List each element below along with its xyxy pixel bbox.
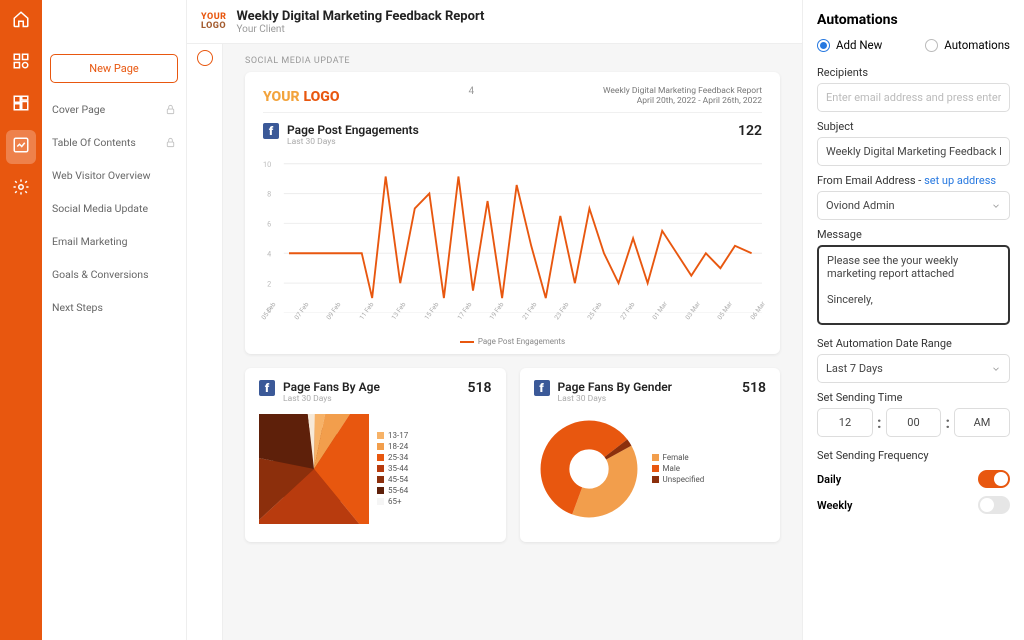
- from-select[interactable]: Oviond Admin: [817, 191, 1010, 220]
- widget-value: 518: [468, 380, 492, 396]
- main: YOURLOGO Weekly Digital Marketing Feedba…: [187, 0, 802, 640]
- time-label: Set Sending Time: [817, 391, 1010, 404]
- topbar: YOURLOGO Weekly Digital Marketing Feedba…: [187, 0, 802, 44]
- notification-icon[interactable]: [197, 50, 213, 66]
- page-sidebar: New Page Cover Page Table Of Contents We…: [42, 0, 187, 640]
- chevron-down-icon: [991, 364, 1001, 374]
- nav-cover-page[interactable]: Cover Page: [42, 93, 186, 126]
- line-chart: 1086420: [263, 153, 762, 313]
- panel-title: Automations: [817, 12, 1010, 28]
- grid-icon[interactable]: [12, 52, 30, 74]
- lock-icon: [165, 104, 176, 115]
- message-input[interactable]: [817, 245, 1010, 325]
- gender-widget: f Page Fans By GenderLast 30 Days 518 Fe…: [520, 368, 781, 542]
- chart-icon[interactable]: [6, 130, 36, 164]
- icon-rail: [0, 0, 42, 640]
- subject-input[interactable]: [817, 137, 1010, 166]
- widget-title: Page Fans By Gender: [558, 380, 672, 394]
- nav-web-visitor[interactable]: Web Visitor Overview: [42, 159, 186, 192]
- home-icon[interactable]: [12, 10, 30, 32]
- toggle-daily[interactable]: [978, 470, 1010, 488]
- widget-subtitle: Last 30 Days: [283, 394, 380, 404]
- chart-legend: Page Post Engagements: [263, 337, 762, 346]
- widget-subtitle: Last 30 Days: [558, 394, 672, 404]
- section-strip: [187, 44, 223, 640]
- from-label: From Email Address - set up address: [817, 174, 1010, 187]
- facebook-icon: f: [259, 380, 275, 396]
- recipients-label: Recipients: [817, 66, 1010, 79]
- svg-text:2: 2: [267, 279, 271, 288]
- gear-icon[interactable]: [12, 178, 30, 200]
- time-minute[interactable]: [886, 408, 942, 437]
- page-logo: YOUR LOGO: [263, 86, 340, 105]
- radio-add-new[interactable]: Add New: [817, 38, 882, 52]
- widget-title: Page Fans By Age: [283, 380, 380, 394]
- facebook-icon: f: [263, 123, 279, 139]
- nav-email-marketing[interactable]: Email Marketing: [42, 225, 186, 258]
- pie-legend: 13-1718-2425-3435-4445-5455-6465+: [377, 431, 408, 508]
- client-logo: YOURLOGO: [201, 13, 226, 31]
- radio-automations[interactable]: Automations: [925, 38, 1010, 52]
- widget-value: 518: [742, 380, 766, 396]
- subject-label: Subject: [817, 120, 1010, 133]
- nav-goals[interactable]: Goals & Conversions: [42, 258, 186, 291]
- widget-subtitle: Last 30 Days: [287, 137, 419, 147]
- client-name: Your Client: [236, 24, 484, 35]
- freq-daily-label: Daily: [817, 473, 841, 486]
- new-page-button[interactable]: New Page: [50, 54, 178, 83]
- toggle-weekly[interactable]: [978, 496, 1010, 514]
- engagement-widget: f Page Post Engagements Last 30 Days 122: [263, 123, 762, 346]
- lock-icon: [165, 137, 176, 148]
- range-label: Set Automation Date Range: [817, 337, 1010, 350]
- svg-text:10: 10: [263, 160, 271, 169]
- pie-legend: FemaleMaleUnspecified: [652, 453, 705, 486]
- nav-toc[interactable]: Table Of Contents: [42, 126, 186, 159]
- time-hour[interactable]: [817, 408, 873, 437]
- nav-next-steps[interactable]: Next Steps: [42, 291, 186, 324]
- widget-value: 122: [738, 123, 762, 139]
- age-widget: f Page Fans By AgeLast 30 Days 518: [245, 368, 506, 542]
- x-axis-labels: 05 Feb07 Feb09 Feb11 Feb13 Feb15 Feb17 F…: [263, 315, 762, 323]
- svg-text:4: 4: [267, 249, 271, 258]
- dashboard-icon[interactable]: [12, 94, 30, 116]
- widget-title: Page Post Engagements: [287, 123, 419, 137]
- section-label: SOCIAL MEDIA UPDATE: [245, 56, 780, 66]
- setup-address-link[interactable]: set up address: [924, 174, 996, 187]
- page-meta: Weekly Digital Marketing Feedback Report…: [603, 86, 762, 106]
- svg-text:8: 8: [267, 190, 271, 199]
- recipients-input[interactable]: [817, 83, 1010, 112]
- facebook-icon: f: [534, 380, 550, 396]
- automations-panel: Automations Add New Automations Recipien…: [802, 0, 1024, 640]
- donut-chart: [534, 414, 644, 524]
- time-ampm[interactable]: [954, 408, 1010, 437]
- freq-weekly-label: Weekly: [817, 499, 852, 512]
- svg-text:6: 6: [267, 220, 271, 229]
- pie-chart: [259, 414, 369, 524]
- report-canvas[interactable]: SOCIAL MEDIA UPDATE YOUR LOGO 4 Weekly D…: [223, 44, 802, 640]
- report-page: YOUR LOGO 4 Weekly Digital Marketing Fee…: [245, 72, 780, 354]
- report-title: Weekly Digital Marketing Feedback Report: [236, 9, 484, 24]
- page-number: 4: [468, 86, 474, 97]
- range-select[interactable]: Last 7 Days: [817, 354, 1010, 383]
- freq-label: Set Sending Frequency: [817, 449, 1010, 462]
- message-label: Message: [817, 228, 1010, 241]
- chevron-down-icon: [991, 201, 1001, 211]
- nav-social-media[interactable]: Social Media Update: [42, 192, 186, 225]
